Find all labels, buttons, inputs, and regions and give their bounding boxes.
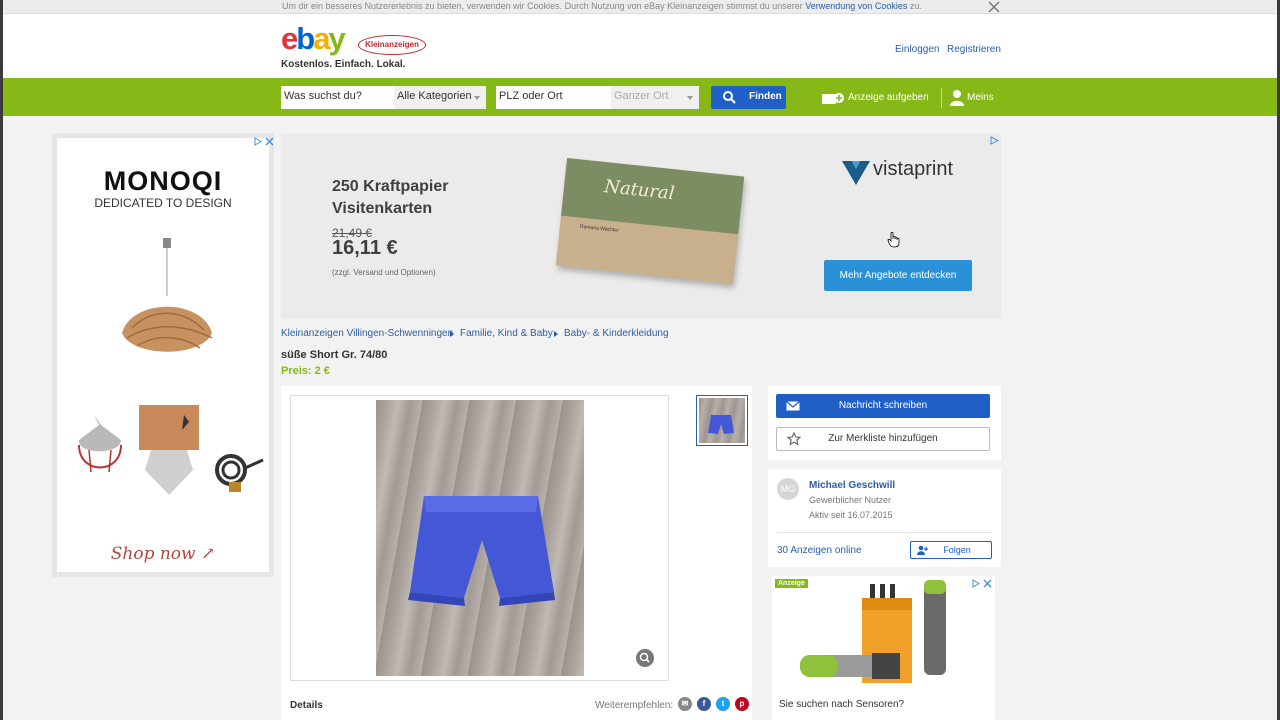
breadcrumb-item[interactable]: Baby- & Kinderkleidung	[564, 328, 669, 339]
breadcrumb-item[interactable]: Familie, Kind & Baby	[460, 328, 553, 339]
ad-top-title-line2: Visitenkarten	[332, 200, 433, 217]
register-link[interactable]: Registrieren	[947, 44, 1001, 55]
add-user-icon	[917, 545, 928, 555]
category-select[interactable]: Alle Kategorien	[394, 86, 486, 109]
cookie-bar: Um dir ein besseres Nutzererlebnis zu bi…	[3, 0, 1277, 14]
ad-choices-icon[interactable]	[990, 136, 999, 145]
logo-wordmark: ebay	[281, 21, 346, 56]
product-photo	[376, 400, 584, 676]
listing-gallery: Details Weiterempfehlen: ✉ f t p	[281, 386, 752, 720]
cookie-text: Um dir ein besseres Nutzererlebnis zu bi…	[282, 1, 922, 11]
shorts-thumbnail-image	[708, 415, 734, 434]
twitter-share-icon[interactable]: t	[716, 697, 730, 711]
details-heading: Details	[290, 700, 323, 711]
sensors-image	[800, 580, 946, 683]
add-to-watchlist-button[interactable]: Zur Merkliste hinzufügen	[776, 427, 990, 451]
ad-top-note: (zzgl. Versand und Optionen)	[332, 268, 436, 277]
more-offers-button[interactable]: Mehr Angebote entdecken	[824, 260, 972, 291]
chevron-right-icon	[554, 331, 558, 337]
ad-top[interactable]: 250 Kraftpapier Visitenkarten 21,49 € 16…	[281, 133, 1001, 319]
cookie-suffix: zu.	[909, 1, 922, 11]
ad-right-text: Sie suchen nach Sensoren?	[779, 699, 905, 710]
category-value: Alle Kategorien	[397, 90, 472, 102]
magnifier-icon	[639, 652, 650, 663]
seller-box: MG Michael Geschwill Gewerblicher Nutzer…	[768, 469, 1001, 567]
search-bar: Was suchst du? Alle Kategorien PLZ oder …	[3, 78, 1277, 116]
facebook-share-icon[interactable]: f	[697, 697, 711, 711]
ad-cta[interactable]: Shop now ↗	[57, 544, 269, 564]
ad-cta-label: Shop now	[110, 544, 196, 564]
location-input[interactable]: PLZ oder Ort	[496, 86, 611, 109]
envelope-icon	[786, 401, 800, 411]
arrow-right-icon: ↗	[201, 544, 216, 564]
ad-left-content[interactable]: MONOQI DEDICATED TO DESIGN Shop now ↗	[57, 138, 269, 572]
find-label: Finden	[749, 91, 782, 102]
follow-label: Folgen	[943, 545, 971, 555]
ad-top-new-price: 16,11 €	[332, 237, 398, 259]
business-card-image: Natural Ramona Wächter	[555, 157, 745, 285]
send-message-label: Nachricht schreiben	[838, 400, 928, 411]
ad-right[interactable]: Anzeige Sie suchen nach Sensoren?	[772, 576, 995, 720]
ad-top-title: 250 Kraftpapier Visitenkarten	[332, 176, 449, 220]
share-label: Weiterempfehlen:	[595, 700, 674, 711]
chevron-down-icon	[474, 96, 480, 100]
seller-name[interactable]: Michael Geschwill	[809, 480, 895, 491]
post-ad-icon	[822, 93, 844, 104]
chevron-right-icon	[450, 331, 454, 337]
lamps-image	[78, 405, 264, 495]
email-share-icon[interactable]: ✉	[678, 697, 692, 711]
follow-button[interactable]: Folgen	[910, 541, 992, 559]
image-thumbnail[interactable]	[696, 395, 748, 446]
avatar: MG	[777, 478, 799, 500]
ad-slogan: DEDICATED TO DESIGN	[94, 196, 232, 210]
seller-ads-link[interactable]: 30 Anzeigen online	[777, 545, 862, 556]
pendant-lamp-image	[122, 238, 213, 352]
user-icon	[950, 90, 964, 106]
ad-top-title-line1: 250 Kraftpapier	[332, 178, 449, 195]
nav-divider	[941, 88, 942, 108]
zoom-button[interactable]	[636, 649, 654, 667]
vistaprint-logo-icon	[842, 161, 870, 185]
shorts-image	[408, 496, 555, 606]
login-link[interactable]: Einloggen	[895, 44, 939, 55]
radius-value: Ganzer Ort	[614, 90, 669, 102]
pinterest-share-icon[interactable]: p	[735, 697, 749, 711]
thumbnail-photo	[699, 398, 745, 443]
ad-choices-icon[interactable]	[254, 137, 274, 146]
ad-left[interactable]: MONOQI DEDICATED TO DESIGN Shop now ↗	[52, 133, 274, 577]
breadcrumb-item[interactable]: Kleinanzeigen Villingen-Schwenningen	[281, 328, 453, 339]
search-icon	[723, 91, 736, 104]
page: Um dir ein besseres Nutzererlebnis zu bi…	[3, 0, 1277, 720]
header: ebay Kleinanzeigen Kostenlos. Einfach. L…	[3, 14, 1277, 78]
send-message-button[interactable]: Nachricht schreiben	[776, 394, 990, 418]
search-input[interactable]: Was suchst du?	[281, 86, 394, 109]
radius-select[interactable]: Ganzer Ort	[611, 86, 699, 109]
logo-badge: Kleinanzeigen	[358, 35, 426, 55]
chevron-down-icon	[687, 96, 693, 100]
my-account-link[interactable]: Meins	[967, 92, 994, 103]
ebay-logo[interactable]: ebay Kleinanzeigen	[281, 21, 441, 57]
cookie-policy-link[interactable]: Verwendung von Cookies	[805, 1, 907, 11]
business-card-name: Ramona Wächter	[579, 223, 620, 234]
add-to-watchlist-label: Zur Merkliste hinzufügen	[828, 433, 938, 444]
tagline: Kostenlos. Einfach. Lokal.	[281, 59, 406, 70]
divider	[777, 532, 992, 533]
listing-title: süße Short Gr. 74/80	[281, 349, 388, 361]
ad-brand: MONOQI	[103, 166, 223, 196]
hand-cursor-icon	[887, 232, 900, 248]
seller-active-since: Aktiv seit 16.07.2015	[809, 510, 893, 520]
close-icon[interactable]	[987, 0, 1001, 14]
find-button[interactable]: Finden	[711, 86, 786, 109]
post-ad-link[interactable]: Anzeige aufgeben	[848, 92, 929, 103]
vistaprint-brand: vistaprint	[873, 158, 954, 180]
listing-price: Preis: 2 €	[281, 365, 330, 377]
cookie-message: Um dir ein besseres Nutzererlebnis zu bi…	[282, 1, 803, 11]
main-image[interactable]	[290, 395, 669, 681]
contact-box: Nachricht schreiben Zur Merkliste hinzuf…	[768, 386, 1001, 460]
star-icon	[787, 432, 801, 446]
seller-type: Gewerblicher Nutzer	[809, 495, 892, 505]
